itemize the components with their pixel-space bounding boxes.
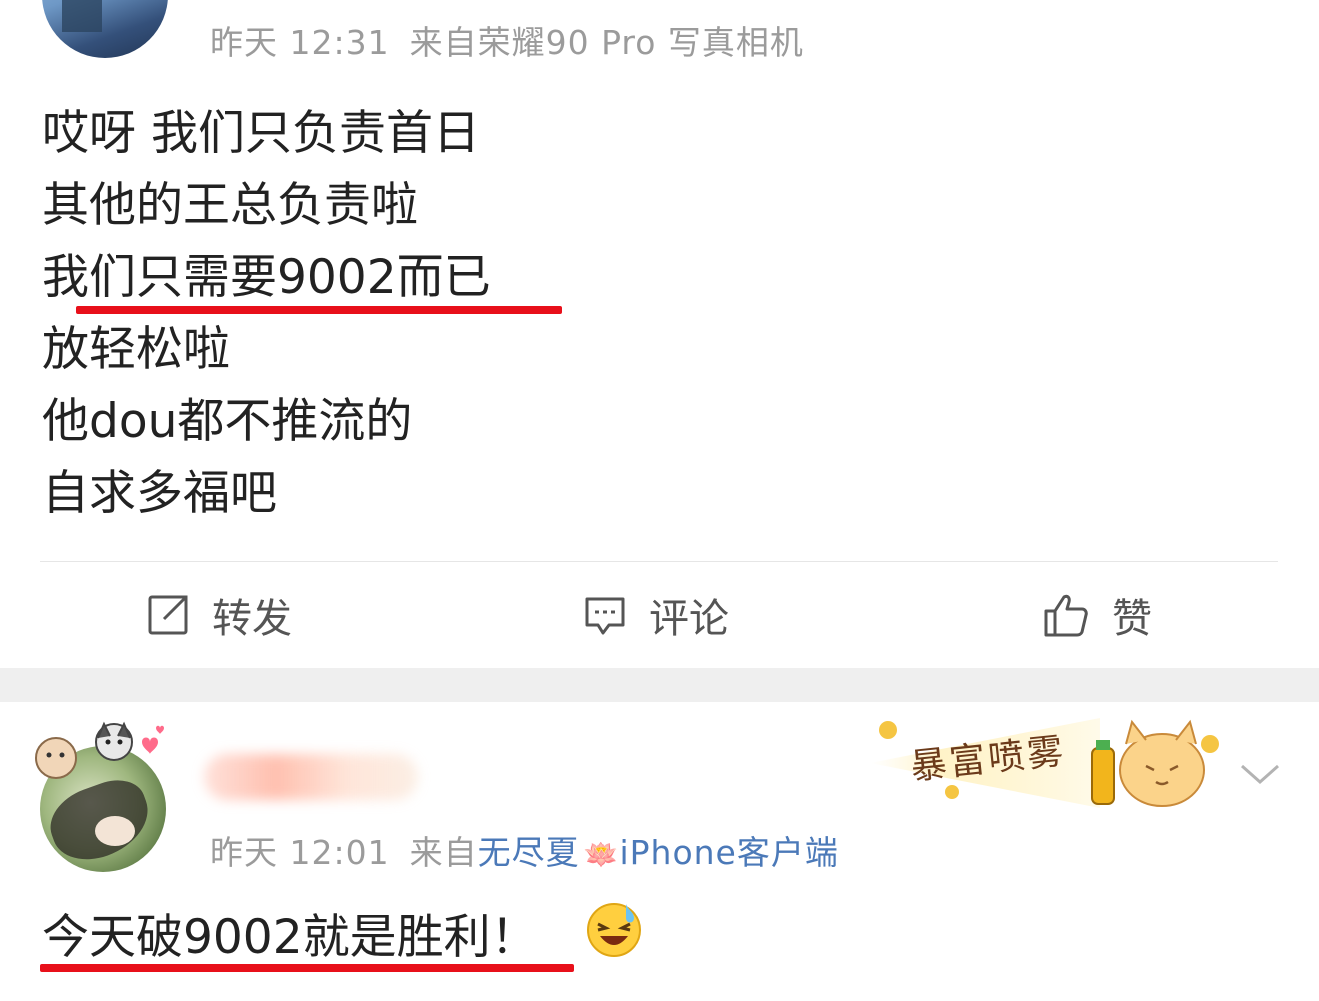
lotus-icon: 🪷 bbox=[583, 838, 620, 871]
post-line: 自求多福吧 bbox=[42, 466, 277, 521]
laughing-emoji-icon bbox=[584, 898, 644, 958]
username-blurred[interactable] bbox=[204, 754, 418, 800]
card-separator bbox=[0, 668, 1319, 702]
post-time: 昨天 12:31 bbox=[210, 23, 390, 62]
red-underline bbox=[40, 964, 574, 972]
post-from: 来自 bbox=[409, 833, 478, 872]
repost-label: 转发 bbox=[212, 596, 292, 642]
post-line: 哎呀 我们只负责首日 bbox=[42, 106, 480, 161]
post-body: 哎呀 我们只负责首日 其他的王总负责啦 我们只需要9002而已 放轻松啦 他do… bbox=[42, 98, 491, 530]
comment-icon bbox=[583, 593, 627, 637]
like-button[interactable]: 赞 bbox=[1042, 580, 1152, 650]
source-link[interactable]: 无尽夏 bbox=[478, 833, 580, 872]
post-line: 其他的王总负责啦 bbox=[42, 178, 418, 233]
red-underline bbox=[76, 306, 562, 314]
post-source: 来自荣耀90 Pro 写真相机 bbox=[409, 23, 804, 62]
post-line: 放轻松啦 bbox=[42, 322, 230, 377]
repost-icon bbox=[146, 593, 190, 637]
post-meta: 昨天 12:31 来自荣耀90 Pro 写真相机 bbox=[210, 16, 824, 64]
chevron-down-icon[interactable] bbox=[1238, 760, 1282, 792]
thumbs-up-icon bbox=[1042, 591, 1090, 639]
comment-label: 评论 bbox=[649, 596, 729, 642]
post-line: 他dou都不推流的 bbox=[42, 394, 413, 449]
avatar[interactable] bbox=[42, 0, 168, 58]
repost-button[interactable]: 转发 bbox=[146, 580, 292, 650]
client-link[interactable]: iPhone客户端 bbox=[619, 833, 838, 872]
avatar-pendant-icon bbox=[30, 718, 180, 798]
post-card-2: 暴富喷雾 昨天 12:01 来自无尽夏 🪷iPhone客户端 今天破9002就是胜利… bbox=[0, 702, 1319, 1001]
post-line: 我们只需要9002而已 bbox=[42, 250, 491, 305]
divider bbox=[40, 561, 1278, 562]
post-meta: 昨天 12:01 来自无尽夏 🪷iPhone客户端 bbox=[210, 826, 859, 874]
fan-badge[interactable]: 暴富喷雾 bbox=[870, 708, 1230, 818]
like-label: 赞 bbox=[1112, 596, 1152, 642]
post-card-1: 昨天 12:31 来自荣耀90 Pro 写真相机 哎呀 我们只负责首日 其他的王总… bbox=[0, 0, 1319, 668]
action-bar: 转发 评论 赞 bbox=[0, 580, 1319, 650]
comment-button[interactable]: 评论 bbox=[583, 580, 729, 650]
post-time: 昨天 12:01 bbox=[210, 833, 390, 872]
